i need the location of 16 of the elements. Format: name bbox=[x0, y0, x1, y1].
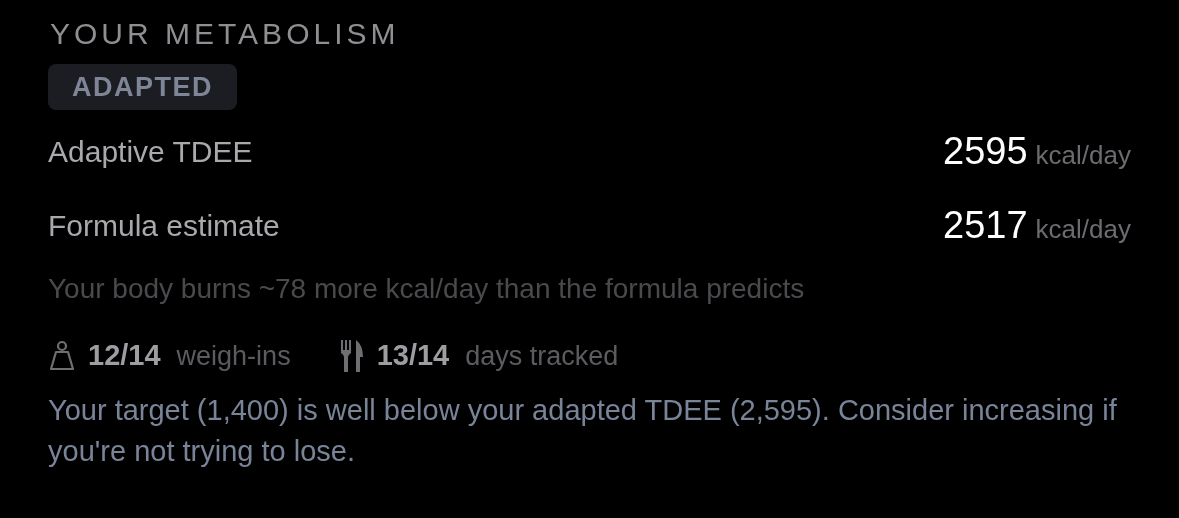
metric-label: Formula estimate bbox=[48, 207, 280, 244]
metric-value: 2517 bbox=[943, 202, 1028, 248]
warning-message: Your target (1,400) is well below your adapted TDEE (2,595). Consider increasing if you're not trying to lose. bbox=[48, 392, 1118, 469]
fork-knife-icon bbox=[338, 338, 365, 373]
section-title: YOUR METABOLISM bbox=[50, 16, 401, 52]
stat-label: weigh-ins bbox=[176, 339, 291, 373]
metric-unit: kcal/day bbox=[1035, 212, 1131, 246]
metric-label: Adaptive TDEE bbox=[48, 133, 253, 170]
status-badge: ADAPTED bbox=[48, 64, 237, 110]
comparison-note: Your body burns ~78 more kcal/day than the formula predicts bbox=[48, 272, 806, 306]
metric-unit: kcal/day bbox=[1035, 138, 1131, 172]
stat-count: 12/14 bbox=[88, 338, 161, 373]
stat-label: days tracked bbox=[465, 339, 619, 373]
weight-icon bbox=[48, 339, 76, 372]
stat-count: 13/14 bbox=[376, 338, 450, 373]
metric-value: 2595 bbox=[943, 128, 1028, 174]
